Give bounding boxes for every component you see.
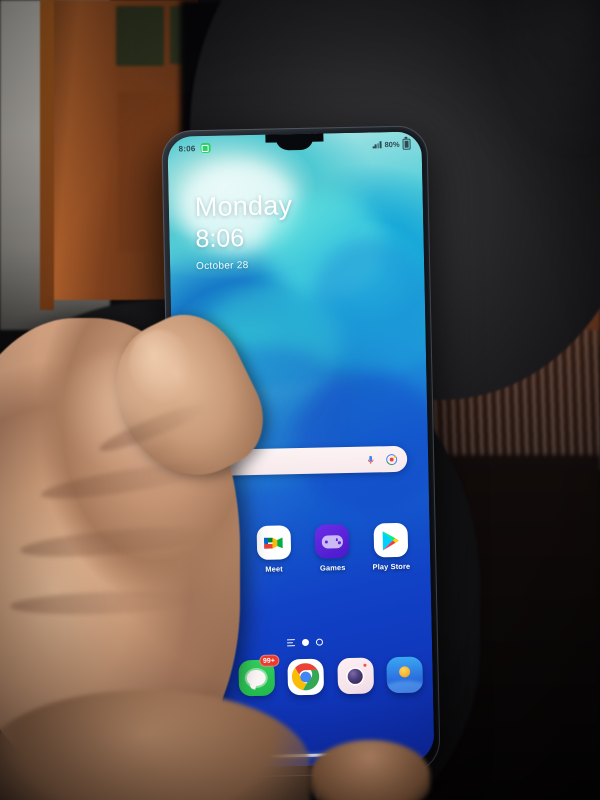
chrome-icon	[287, 659, 324, 696]
clock-widget[interactable]: Monday 8:06 October 28	[194, 190, 294, 272]
door-glass-pane	[116, 6, 164, 66]
weather-sun-icon	[386, 657, 424, 694]
google-lens-icon[interactable]	[385, 452, 398, 465]
app-label: Play Store	[372, 561, 411, 572]
status-bar-left: 8:06	[178, 142, 211, 154]
camera-icon	[337, 658, 374, 695]
cloth-fold	[490, 0, 600, 160]
dock-item-messages[interactable]: 99+	[237, 654, 279, 697]
app-games[interactable]: Games	[307, 524, 358, 573]
dock-item-weather[interactable]	[386, 656, 424, 694]
widget-time-label: 8:06	[195, 224, 245, 254]
microphone-icon[interactable]	[365, 453, 376, 466]
page-dot-active[interactable]	[301, 638, 310, 647]
notification-badge: 99+	[258, 654, 279, 667]
wallpaper-cloud	[309, 236, 433, 369]
app-play-store[interactable]: Play Store	[365, 522, 416, 572]
wallpaper-cloud	[292, 371, 435, 515]
widget-day-label: Monday	[194, 190, 293, 223]
battery-icon	[402, 138, 411, 150]
google-play-games-icon[interactable]	[314, 524, 350, 559]
app-meet[interactable]: Meet	[248, 525, 299, 574]
hand-highlight	[58, 352, 178, 472]
door-frame	[40, 0, 54, 310]
battery-percent-label: 80%	[384, 139, 400, 149]
photo-scene: 8:06 80% Monday 8:06 October 28 Meet Gam…	[0, 0, 600, 800]
whatsapp-icon	[200, 142, 211, 154]
status-bar-clock: 8:06	[178, 143, 196, 153]
dock-item-camera[interactable]	[336, 657, 374, 695]
page-dot-ring[interactable]	[315, 638, 324, 646]
gamepad-icon	[321, 534, 343, 549]
google-play-store-icon[interactable]	[373, 522, 409, 558]
status-bar-right: 80%	[372, 138, 411, 150]
app-label: Meet	[265, 564, 283, 574]
menu-lines-icon[interactable]	[286, 639, 296, 647]
status-bar: 8:06 80%	[167, 135, 421, 156]
signal-bars-icon	[372, 140, 382, 149]
google-meet-icon[interactable]	[256, 525, 291, 560]
app-label: Games	[319, 563, 346, 573]
widget-date-label: October 28	[195, 259, 249, 272]
dock-item-chrome[interactable]	[287, 658, 325, 696]
